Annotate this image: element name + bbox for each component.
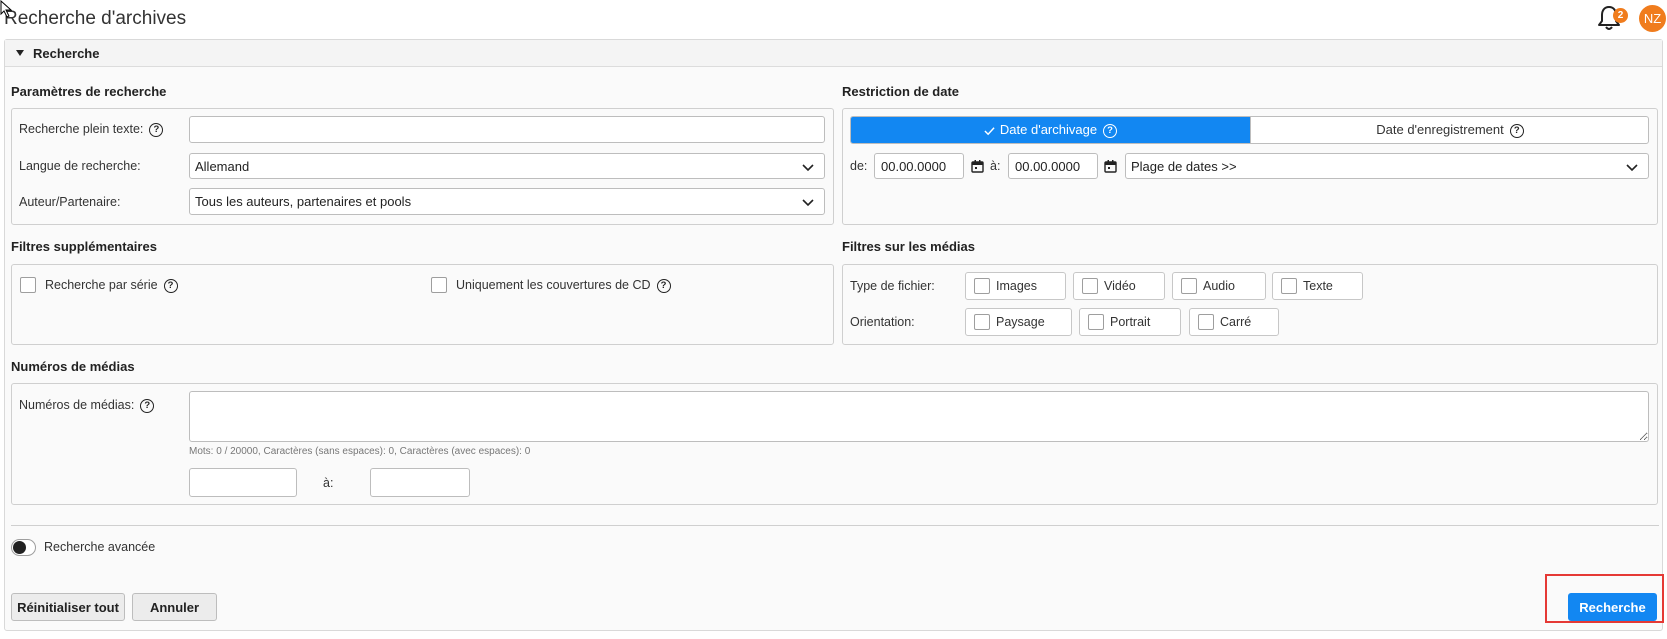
series-checkbox[interactable] (20, 277, 36, 293)
language-label: Langue de recherche: (19, 159, 141, 173)
calendar-icon[interactable] (971, 160, 984, 173)
filetype-video-chip[interactable]: Vidéo (1073, 272, 1165, 300)
search-button[interactable]: Recherche (1568, 593, 1657, 621)
date-range-select[interactable]: Plage de dates >> (1125, 153, 1649, 179)
date-type-toggle: Date d'archivage? Date d'enregistrement? (850, 116, 1649, 144)
orientation-square-checkbox[interactable] (1198, 314, 1214, 330)
cd-covers-checkbox[interactable] (431, 277, 447, 293)
filetype-text-checkbox[interactable] (1281, 278, 1297, 294)
toggle-knob (13, 541, 26, 554)
date-restriction-title: Restriction de date (842, 84, 960, 99)
panel-header[interactable]: Recherche (5, 40, 1662, 67)
date-to-label: à: (990, 159, 1001, 173)
media-numbers-textarea[interactable] (189, 391, 1649, 442)
fulltext-input[interactable] (189, 116, 825, 143)
date-to-input[interactable] (1008, 153, 1098, 179)
divider (11, 525, 1659, 526)
help-icon[interactable]: ? (140, 398, 155, 413)
help-icon[interactable]: ? (656, 278, 671, 293)
check-icon (984, 126, 995, 135)
chevron-down-icon (802, 164, 814, 172)
extra-filters-title: Filtres supplémentaires (11, 239, 157, 254)
media-number-to-input[interactable] (370, 468, 470, 497)
filetype-audio-label: Audio (1203, 279, 1235, 293)
filetype-text-chip[interactable]: Texte (1272, 272, 1363, 300)
reset-all-button[interactable]: Réinitialiser tout (11, 593, 125, 621)
filetype-audio-chip[interactable]: Audio (1172, 272, 1266, 300)
orientation-portrait-label: Portrait (1110, 315, 1151, 329)
filetype-label: Type de fichier: (850, 279, 935, 293)
filetype-images-checkbox[interactable] (974, 278, 990, 294)
calendar-icon[interactable] (1104, 160, 1117, 173)
date-from-label: de: (850, 159, 868, 173)
help-icon[interactable]: ? (149, 122, 164, 137)
language-select[interactable]: Allemand (189, 153, 825, 179)
extra-filters-box (11, 264, 834, 345)
orientation-landscape-label: Paysage (996, 315, 1045, 329)
media-number-to-label: à: (323, 476, 334, 490)
date-from-input[interactable] (874, 153, 964, 179)
advanced-search-label: Recherche avancée (44, 540, 156, 554)
word-counter: Mots: 0 / 20000, Caractères (sans espace… (189, 446, 531, 457)
panel-title: Recherche (33, 46, 100, 61)
avatar[interactable]: NZ (1639, 5, 1666, 32)
notification-badge: 2 (1613, 8, 1628, 23)
tab-archive-date[interactable]: Date d'archivage? (851, 117, 1250, 143)
help-icon[interactable]: ? (1509, 123, 1524, 138)
help-icon[interactable]: ? (163, 278, 178, 293)
series-label: Recherche par série? (45, 278, 178, 293)
tab-record-label: Date d'enregistrement (1376, 122, 1504, 137)
cd-covers-label: Uniquement les couvertures de CD? (456, 278, 671, 293)
filetype-text-label: Texte (1303, 279, 1333, 293)
filetype-images-label: Images (996, 279, 1037, 293)
language-select-value: Allemand (195, 159, 250, 174)
orientation-square-label: Carré (1220, 315, 1252, 329)
tab-archive-label: Date d'archivage (999, 122, 1098, 137)
filetype-images-chip[interactable]: Images (965, 272, 1066, 300)
media-numbers-label-text: Numéros de médias: (19, 398, 135, 412)
tab-record-date[interactable]: Date d'enregistrement? (1250, 117, 1648, 143)
fulltext-label-text: Recherche plein texte: (19, 122, 144, 136)
collapse-triangle-icon (16, 50, 24, 56)
orientation-square-chip[interactable]: Carré (1189, 308, 1279, 336)
author-select-value: Tous les auteurs, partenaires et pools (195, 194, 412, 209)
orientation-portrait-checkbox[interactable] (1088, 314, 1104, 330)
mouse-cursor-icon (0, 0, 13, 18)
fulltext-label: Recherche plein texte:? (19, 122, 164, 137)
chevron-down-icon (1626, 164, 1638, 172)
orientation-landscape-chip[interactable]: Paysage (965, 308, 1072, 336)
filetype-audio-checkbox[interactable] (1181, 278, 1197, 294)
author-select[interactable]: Tous les auteurs, partenaires et pools (189, 188, 825, 215)
media-filters-title: Filtres sur les médias (842, 239, 975, 254)
media-numbers-title: Numéros de médias (11, 359, 135, 374)
orientation-label: Orientation: (850, 315, 915, 329)
cancel-button[interactable]: Annuler (132, 593, 217, 621)
cd-covers-label-text: Uniquement les couvertures de CD (456, 278, 651, 292)
help-icon[interactable]: ? (1103, 123, 1118, 138)
series-label-text: Recherche par série (45, 278, 158, 292)
search-params-title: Paramètres de recherche (11, 84, 167, 99)
advanced-search-toggle[interactable] (11, 539, 36, 556)
orientation-landscape-checkbox[interactable] (974, 314, 990, 330)
filetype-video-checkbox[interactable] (1082, 278, 1098, 294)
filetype-video-label: Vidéo (1104, 279, 1136, 293)
chevron-down-icon (802, 199, 814, 207)
date-range-value: Plage de dates >> (1131, 159, 1237, 174)
media-numbers-label: Numéros de médias:? (19, 398, 155, 413)
orientation-portrait-chip[interactable]: Portrait (1079, 308, 1181, 336)
media-number-from-input[interactable] (189, 468, 297, 497)
author-label: Auteur/Partenaire: (19, 195, 121, 209)
page-title: Recherche d'archives (4, 8, 187, 29)
top-bar: Recherche d'archives 2 NZ (0, 0, 1667, 38)
